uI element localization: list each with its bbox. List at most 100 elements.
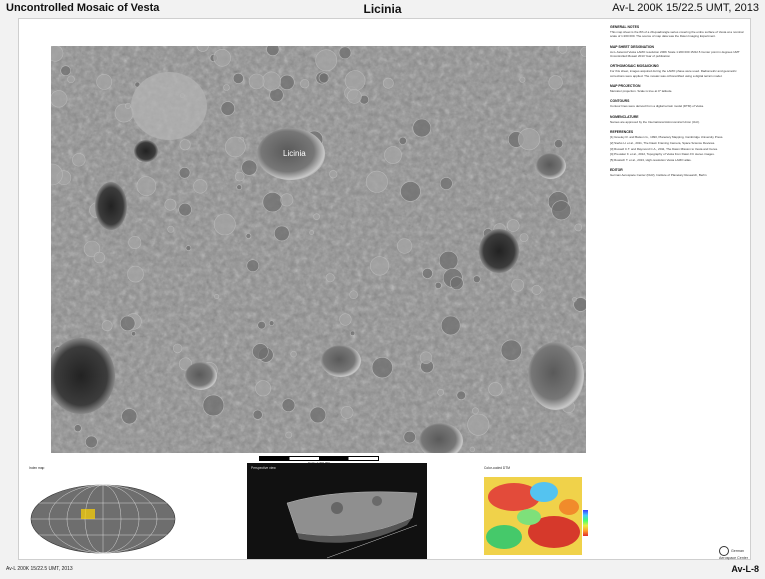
- small-crater: [85, 435, 98, 449]
- index-map-graphic: [30, 484, 176, 554]
- small-crater: [434, 281, 442, 289]
- small-crater: [223, 84, 230, 91]
- small-crater: [551, 200, 572, 221]
- small-crater: [125, 102, 132, 109]
- small-crater: [241, 159, 258, 176]
- elevation-color-legend: [583, 510, 588, 536]
- panel-section-text: German Aerospace Center (DLR), Institute…: [610, 173, 707, 178]
- panel-section-heading: REFERENCES: [610, 130, 634, 135]
- small-crater: [309, 230, 314, 235]
- small-crater: [255, 380, 272, 397]
- reference-entry: [4] Preusker F. et al., 2012, Topography…: [610, 152, 715, 157]
- small-crater: [72, 153, 86, 167]
- panel-section-heading: ORTHOMOSAIC MOSAICKING: [610, 64, 659, 69]
- small-crater: [96, 74, 113, 90]
- small-crater: [511, 278, 525, 292]
- small-crater: [519, 233, 529, 242]
- small-crater: [285, 431, 293, 439]
- panel-section-text: Mercator projection. Scale is true at 0°…: [610, 89, 673, 94]
- small-crater: [220, 101, 236, 116]
- small-crater: [365, 170, 388, 193]
- panel-section-heading: GENERAL NOTES: [610, 25, 640, 29]
- small-crater: [344, 70, 366, 91]
- panel-section-heading: CONTOURS: [610, 99, 630, 104]
- reference-entry: [1] Greeley R. and Batson G., 1990, Plan…: [610, 135, 724, 140]
- small-crater: [257, 321, 266, 330]
- small-crater: [449, 276, 464, 290]
- small-crater: [262, 192, 283, 213]
- small-crater: [236, 184, 242, 190]
- small-crater: [214, 294, 220, 300]
- orthomosaic-map[interactable]: Licinia: [51, 46, 586, 453]
- small-crater: [349, 290, 358, 299]
- small-crater: [101, 320, 113, 332]
- small-crater: [248, 73, 265, 90]
- small-crater: [531, 284, 542, 295]
- perspective-view-inset: Perspective view: [247, 463, 427, 559]
- small-crater: [164, 198, 177, 211]
- small-crater: [51, 90, 68, 108]
- small-crater: [338, 46, 352, 60]
- small-crater: [467, 413, 490, 436]
- small-crater: [313, 213, 320, 220]
- small-crater: [315, 49, 338, 72]
- map-sheet: Licinia Scale 1:200 000 GENERAL NOTESThi…: [18, 18, 751, 560]
- panel-section-text: Names are approved by the International …: [610, 119, 700, 124]
- small-crater: [472, 275, 481, 283]
- small-crater: [60, 65, 71, 77]
- small-crater: [131, 331, 137, 337]
- small-crater: [558, 46, 568, 54]
- small-crater: [329, 170, 338, 179]
- small-crater: [554, 139, 564, 149]
- small-crater: [371, 357, 393, 379]
- panel-section-text: Contour lines were derived from a digita…: [610, 104, 704, 109]
- small-crater: [252, 409, 263, 420]
- small-crater: [178, 167, 191, 179]
- small-crater: [309, 406, 327, 424]
- small-crater: [347, 89, 362, 104]
- reference-entry: [3] Russell C.T. and Raymond C.A., 2011,…: [610, 146, 718, 151]
- panel-section-heading: MAP PROJECTION: [610, 83, 641, 88]
- map-sheet-designation: Av-L 200K 15/22.5 UMT, 2013: [612, 2, 759, 14]
- small-crater: [340, 405, 354, 419]
- panel-section-text: This map sheet is the 8th of a 29-quadra…: [610, 30, 744, 39]
- small-crater: [438, 250, 459, 271]
- small-crater: [268, 320, 275, 326]
- small-crater: [339, 313, 352, 326]
- index-map-caption: Index map: [29, 466, 45, 470]
- footer-sheet-number: Av-L-8: [731, 564, 759, 574]
- small-crater: [300, 79, 310, 89]
- small-crater: [437, 388, 445, 396]
- small-crater: [400, 181, 421, 202]
- small-crater: [370, 256, 390, 276]
- small-crater: [506, 219, 520, 232]
- reference-entry: [2] Sierks H. et al., 2011, The Dawn Fra…: [610, 140, 716, 145]
- index-map-inset: Index map: [25, 463, 180, 559]
- small-crater: [178, 202, 192, 217]
- small-crater: [136, 176, 157, 196]
- small-crater: [572, 297, 577, 302]
- small-crater: [274, 225, 290, 242]
- small-crater: [440, 315, 461, 336]
- small-crater: [234, 171, 245, 182]
- small-crater: [67, 75, 75, 84]
- small-crater: [456, 390, 466, 401]
- small-crater: [325, 273, 335, 283]
- panel-section-heading: NOMENCLATURE: [610, 114, 639, 119]
- dlr-logo-icon: [719, 546, 729, 556]
- small-crater: [225, 136, 246, 158]
- color-dtm-inset: Color-coded DTM: [480, 463, 605, 559]
- small-crater: [127, 265, 144, 283]
- perspective-graphic: [286, 491, 418, 559]
- sheet-header: Uncontrolled Mosaic of Vesta Licinia Av-…: [0, 0, 765, 18]
- small-crater: [213, 213, 236, 236]
- small-crater: [73, 424, 82, 433]
- small-crater: [548, 75, 563, 90]
- small-crater: [384, 146, 402, 164]
- small-crater: [246, 259, 260, 272]
- small-crater: [119, 315, 136, 332]
- small-crater: [403, 430, 416, 444]
- small-crater: [469, 446, 475, 453]
- small-crater: [185, 245, 192, 251]
- small-crater: [213, 49, 231, 67]
